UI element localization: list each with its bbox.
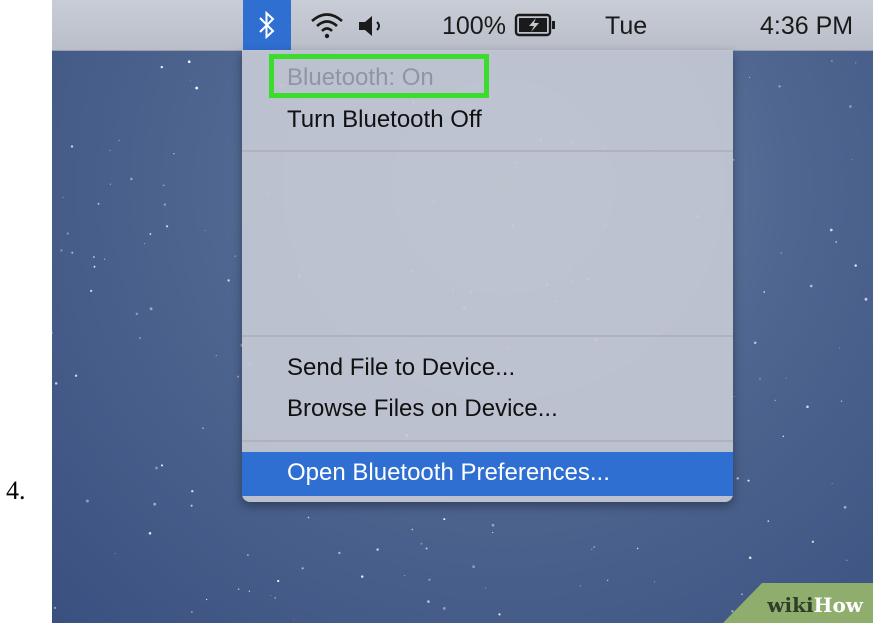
wikihow-watermark: wikiHow [767, 593, 863, 617]
highlight-callout-box [269, 54, 489, 98]
menu-separator [242, 150, 733, 152]
volume-icon[interactable] [357, 14, 389, 38]
menu-separator [242, 440, 733, 442]
battery-icon[interactable] [514, 12, 558, 38]
menu-bar: 100% Tue 4:36 PM [52, 0, 873, 51]
battery-percentage[interactable]: 100% [442, 12, 506, 41]
menubar-clock[interactable]: 4:36 PM [760, 12, 853, 41]
open-bluetooth-preferences-item[interactable]: Open Bluetooth Preferences... [242, 452, 733, 496]
wifi-icon[interactable] [309, 10, 345, 40]
bluetooth-menu-extra[interactable] [243, 0, 291, 50]
turn-bluetooth-off-item[interactable]: Turn Bluetooth Off [287, 106, 482, 134]
send-file-to-device-item[interactable]: Send File to Device... [287, 354, 515, 382]
bluetooth-icon [259, 10, 275, 40]
menu-separator [242, 335, 733, 337]
mac-desktop: 100% Tue 4:36 PM Bluetooth: On Turn Blue… [52, 0, 873, 623]
open-bluetooth-preferences-label: Open Bluetooth Preferences... [287, 459, 610, 486]
watermark-how: How [813, 593, 863, 617]
menubar-day[interactable]: Tue [605, 12, 647, 41]
step-number: 4. [6, 476, 26, 505]
watermark-wiki: wiki [767, 593, 814, 617]
browse-files-on-device-item[interactable]: Browse Files on Device... [287, 395, 558, 423]
bluetooth-dropdown-menu: Bluetooth: On Turn Bluetooth Off Send Fi… [242, 50, 733, 502]
